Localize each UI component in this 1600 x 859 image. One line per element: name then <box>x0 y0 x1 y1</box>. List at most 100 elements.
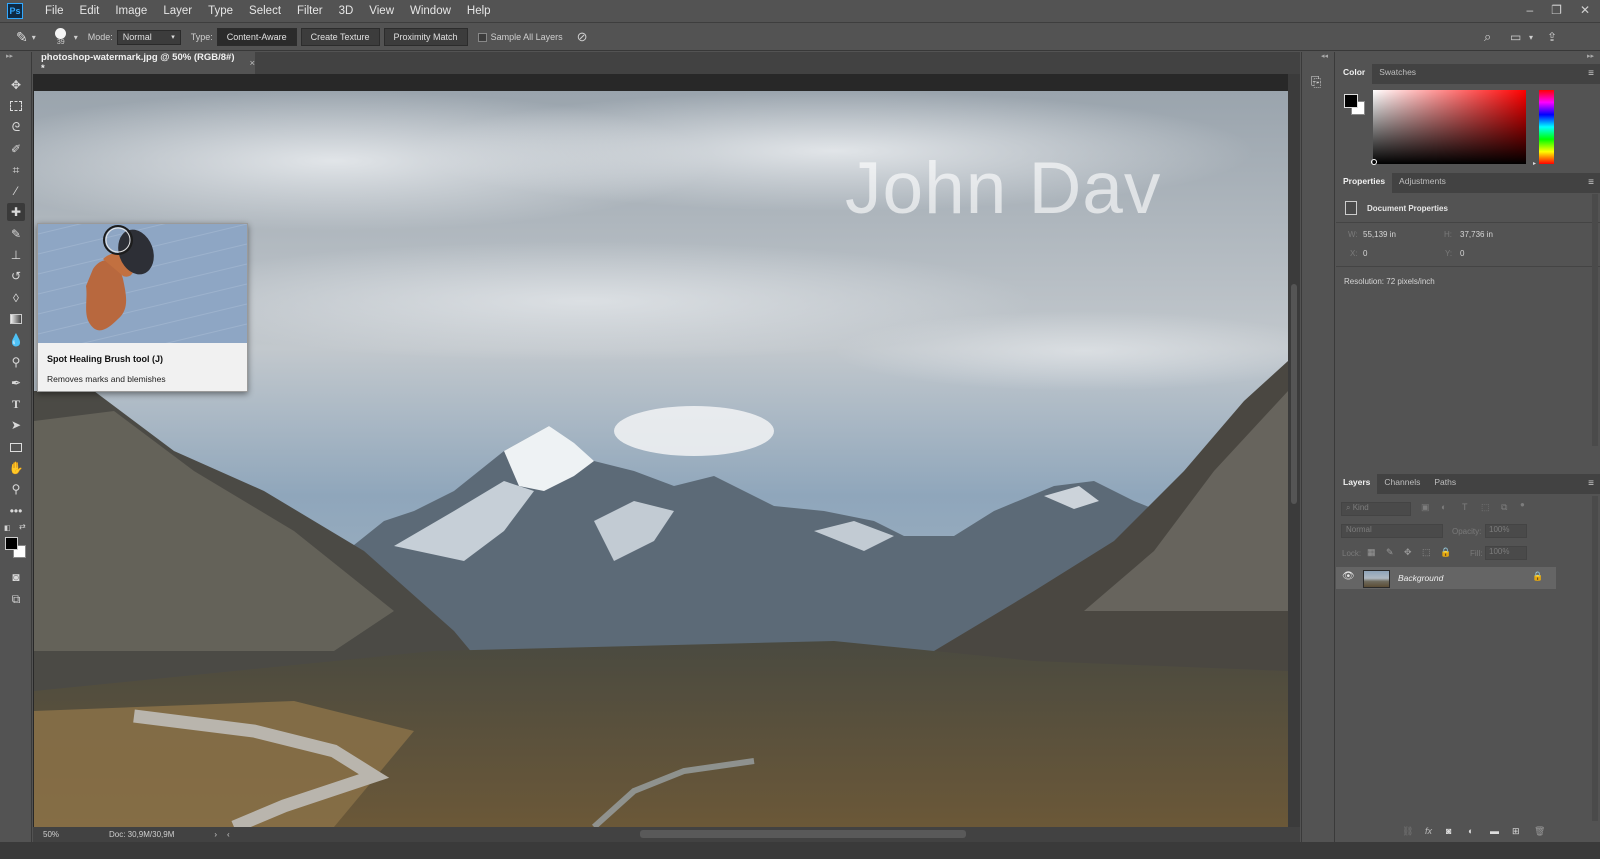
collapse-icons-icon[interactable]: ◂◂ <box>1321 52 1328 60</box>
sample-all-layers-checkbox[interactable] <box>477 32 487 42</box>
collapse-toolbar-icon[interactable]: ▸▸ <box>6 52 13 60</box>
lock-position-icon[interactable]: ✥ <box>1404 547 1412 558</box>
layer-visibility-eye-icon[interactable]: 👁 <box>1342 571 1355 582</box>
layer-name[interactable]: Background <box>1398 573 1443 583</box>
tab-paths[interactable]: Paths <box>1427 474 1463 494</box>
blend-mode-select[interactable]: Normal <box>1341 524 1443 538</box>
menu-view[interactable]: View <box>361 5 402 17</box>
default-colors-icon[interactable]: ◧ <box>4 524 11 532</box>
fill-field[interactable]: 100% <box>1485 546 1527 560</box>
tab-channels[interactable]: Channels <box>1377 474 1427 494</box>
minimize-icon[interactable]: – <box>1526 3 1533 17</box>
expand-panels-icon[interactable]: ▸▸ <box>1587 52 1594 60</box>
foreground-color-swatch[interactable] <box>5 537 18 550</box>
brush-tool-icon[interactable]: ✎ <box>7 225 25 243</box>
type-tool-icon[interactable]: T <box>7 395 25 413</box>
layer-style-fx-icon[interactable]: fx <box>1425 826 1432 836</box>
path-selection-tool-icon[interactable]: ➤ <box>7 416 25 434</box>
horizontal-scrollbar[interactable] <box>640 830 966 838</box>
hue-slider[interactable] <box>1539 90 1554 164</box>
brush-picker[interactable]: 39 <box>50 28 72 46</box>
rectangle-tool-icon[interactable] <box>7 438 25 456</box>
layer-lock-icon[interactable]: 🔒 <box>1532 571 1543 582</box>
menu-help[interactable]: Help <box>459 5 499 17</box>
spot-healing-brush-tool-icon[interactable]: ✚ <box>7 203 25 221</box>
menu-3d[interactable]: 3D <box>331 5 362 17</box>
hue-slider-handle[interactable]: ▸ <box>1533 160 1536 167</box>
filter-pixel-icon[interactable]: ▣ <box>1421 502 1430 513</box>
chevron-down-icon[interactable]: ▾ <box>1529 33 1533 42</box>
lock-pixels-icon[interactable]: ✎ <box>1386 547 1394 558</box>
filter-shape-icon[interactable]: ⬚ <box>1481 502 1490 513</box>
tab-adjustments[interactable]: Adjustments <box>1392 173 1453 193</box>
chevron-left-icon[interactable]: ‹ <box>227 830 230 839</box>
eraser-tool-icon[interactable]: ◊ <box>7 289 25 307</box>
lock-transparency-icon[interactable]: ▦ <box>1367 547 1376 558</box>
menu-filter[interactable]: Filter <box>289 5 331 17</box>
width-value[interactable]: 55,139 in <box>1363 230 1396 239</box>
crop-tool-icon[interactable]: ⌗ <box>7 161 25 179</box>
lasso-tool-icon[interactable]: ᘓ <box>7 118 25 136</box>
opacity-field[interactable]: 100% <box>1485 524 1527 538</box>
filter-type-icon[interactable]: T <box>1462 502 1468 512</box>
tab-layers[interactable]: Layers <box>1336 474 1378 494</box>
menu-image[interactable]: Image <box>107 5 155 17</box>
proximity-match-button[interactable]: Proximity Match <box>383 28 468 46</box>
menu-layer[interactable]: Layer <box>155 5 200 17</box>
lock-all-icon[interactable]: 🔒 <box>1440 547 1451 558</box>
history-brush-tool-icon[interactable]: ↺ <box>7 267 25 285</box>
hand-tool-icon[interactable]: ✋ <box>7 459 25 477</box>
gradient-tool-icon[interactable] <box>7 310 25 328</box>
filter-adjustment-icon[interactable]: ◐ <box>1441 502 1446 512</box>
menu-window[interactable]: Window <box>402 5 459 17</box>
create-texture-button[interactable]: Create Texture <box>300 28 380 46</box>
adjustment-layer-icon[interactable]: ◐ <box>1468 826 1473 836</box>
color-field[interactable] <box>1373 90 1526 164</box>
quick-selection-tool-icon[interactable]: ✐ <box>7 140 25 158</box>
move-tool-icon[interactable]: ✥ <box>7 76 25 94</box>
dodge-tool-icon[interactable]: ⚲ <box>7 353 25 371</box>
color-field-picker[interactable] <box>1371 159 1377 165</box>
menu-select[interactable]: Select <box>241 5 289 17</box>
filter-smart-object-icon[interactable]: ⧉ <box>1501 502 1507 513</box>
properties-scrollbar[interactable] <box>1592 194 1598 446</box>
menu-file[interactable]: File <box>37 5 72 17</box>
mode-select[interactable]: Normal ▾ <box>116 29 181 45</box>
tab-color[interactable]: Color <box>1336 64 1373 84</box>
close-window-icon[interactable]: ✕ <box>1580 3 1590 17</box>
history-panel-icon[interactable]: ⎘ <box>1311 74 1321 90</box>
content-aware-button[interactable]: Content-Aware <box>216 28 297 46</box>
eyedropper-tool-icon[interactable]: ⁄ <box>7 182 25 200</box>
menu-edit[interactable]: Edit <box>72 5 108 17</box>
scroll-thumb[interactable] <box>1291 284 1297 504</box>
vertical-scrollbar[interactable] <box>1288 74 1300 827</box>
document-tab[interactable]: photoshop-watermark.jpg @ 50% (RGB/8#) *… <box>33 52 255 74</box>
x-value[interactable]: 0 <box>1363 249 1367 258</box>
new-group-folder-icon[interactable]: ▬ <box>1490 826 1499 836</box>
search-icon[interactable]: ⌕ <box>1484 29 1491 45</box>
workspace-icon[interactable]: ▭ <box>1510 30 1521 44</box>
lock-artboard-icon[interactable]: ⬚ <box>1422 547 1431 558</box>
pen-tool-icon[interactable]: ✒ <box>7 374 25 392</box>
zoom-level[interactable]: 50% <box>43 830 103 839</box>
menu-type[interactable]: Type <box>200 5 241 17</box>
tab-swatches[interactable]: Swatches <box>1372 64 1423 84</box>
panel-menu-icon[interactable]: ≡ <box>1588 68 1594 79</box>
y-value[interactable]: 0 <box>1460 249 1464 258</box>
pressure-size-icon[interactable]: ⊘ <box>577 29 588 45</box>
close-document-icon[interactable]: × <box>249 58 255 69</box>
new-layer-icon[interactable]: ⊞ <box>1512 826 1520 837</box>
panel-menu-icon[interactable]: ≡ <box>1588 177 1594 188</box>
chevron-right-icon[interactable]: › <box>214 830 217 839</box>
tab-properties[interactable]: Properties <box>1336 173 1393 193</box>
layer-filter-select[interactable]: ⌕ Kind <box>1341 502 1411 516</box>
clone-stamp-tool-icon[interactable]: ⊥ <box>7 246 25 264</box>
delete-layer-trash-icon[interactable]: 🗑 <box>1534 826 1545 837</box>
share-icon[interactable]: ⇪ <box>1547 30 1557 44</box>
height-value[interactable]: 37,736 in <box>1460 230 1493 239</box>
panel-menu-icon[interactable]: ≡ <box>1588 478 1594 489</box>
zoom-tool-icon[interactable]: ⚲ <box>7 480 25 498</box>
chevron-down-icon[interactable]: ▾ <box>32 33 36 42</box>
layers-scrollbar[interactable] <box>1592 496 1598 821</box>
more-tools-icon[interactable]: ••• <box>7 502 25 520</box>
